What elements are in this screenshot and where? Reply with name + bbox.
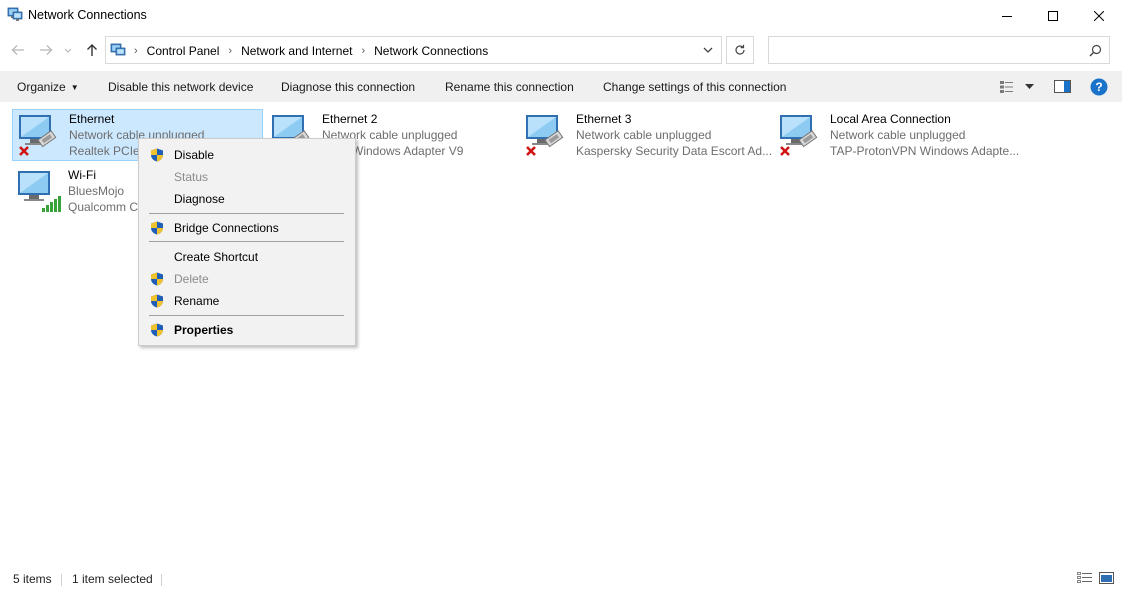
menu-item-label: Delete	[174, 272, 209, 286]
menu-item-label: Rename	[174, 294, 220, 308]
help-icon[interactable]: ?	[1090, 78, 1108, 96]
preview-pane-icon[interactable]	[1054, 80, 1071, 93]
large-icons-view-icon[interactable]	[1099, 572, 1114, 584]
uac-shield-icon	[151, 323, 163, 337]
breadcrumb: › Control Panel › Network and Internet ›…	[130, 44, 488, 58]
menu-item-label: Properties	[174, 323, 234, 337]
item-count: 5 items	[13, 572, 52, 586]
menu-item-label: Bridge Connections	[174, 221, 279, 235]
menu-item-diagnose[interactable]: Diagnose	[141, 188, 353, 210]
refresh-icon	[735, 44, 745, 55]
caret-down-icon: ▼	[70, 83, 79, 92]
minimize-button[interactable]	[984, 0, 1030, 31]
menu-separator	[149, 315, 344, 316]
view-options-chevron-icon[interactable]	[1025, 84, 1034, 90]
menu-separator	[149, 213, 344, 214]
connection-status: BluesMojo	[68, 184, 125, 198]
breadcrumb-network-connections[interactable]: Network Connections	[374, 44, 488, 58]
up-arrow-icon[interactable]	[84, 42, 100, 58]
connection-ethernet-3[interactable]: Ethernet 3 Network cable unplugged Kaspe…	[520, 110, 773, 162]
connection-device: Windows Adapter V9	[352, 144, 464, 158]
window-title: Network Connections	[28, 8, 147, 22]
menu-item-status[interactable]: Status	[141, 166, 353, 188]
menu-item-create-shortcut[interactable]: Create Shortcut	[141, 246, 353, 268]
breadcrumb-separator-icon[interactable]: ›	[361, 45, 365, 57]
menu-item-properties[interactable]: Properties	[141, 319, 353, 341]
chevron-down-icon	[703, 47, 713, 53]
maximize-button[interactable]	[1030, 0, 1076, 31]
menu-separator	[149, 241, 344, 242]
menu-item-rename[interactable]: Rename	[141, 290, 353, 312]
command-bar: Organize ▼ Disable this network device Di…	[0, 71, 1122, 102]
disable-device-button[interactable]: Disable this network device	[108, 80, 253, 94]
selection-count: 1 item selected	[72, 572, 153, 586]
uac-shield-icon	[151, 272, 163, 286]
search-icon	[1089, 44, 1102, 57]
uac-shield-icon	[151, 221, 163, 235]
recent-locations-chevron-icon[interactable]	[63, 42, 73, 58]
uac-shield-icon	[151, 148, 163, 162]
connection-name: Ethernet 2	[322, 112, 378, 126]
navigation-bar: › Control Panel › Network and Internet ›…	[0, 35, 1122, 65]
status-separator	[61, 574, 62, 586]
change-settings-button[interactable]: Change settings of this connection	[603, 80, 786, 94]
breadcrumb-separator-icon[interactable]: ›	[228, 45, 232, 57]
context-menu: Disable Status Diagnose Bridge Connectio…	[138, 138, 356, 346]
network-adapter-disconnected-icon	[526, 115, 564, 156]
menu-item-label: Status	[174, 170, 209, 184]
rename-connection-button[interactable]: Rename this connection	[445, 80, 574, 94]
network-adapter-disconnected-icon	[780, 115, 818, 156]
status-bar: 5 items 1 item selected	[0, 567, 1122, 589]
network-adapter-disconnected-icon	[19, 115, 57, 156]
connection-device: Kaspersky Security Data Escort Ad...	[576, 144, 773, 158]
connection-local-area[interactable]: Local Area Connection Network cable unpl…	[774, 110, 1024, 162]
connection-name: Local Area Connection	[830, 112, 951, 126]
close-icon	[1094, 10, 1104, 21]
organize-label: Organize	[17, 80, 66, 94]
organize-menu[interactable]: Organize ▼	[17, 80, 79, 94]
breadcrumb-separator-icon[interactable]: ›	[134, 45, 138, 57]
menu-item-disable[interactable]: Disable	[141, 144, 353, 166]
connection-device: Realtek PCIe	[69, 144, 140, 158]
wifi-adapter-icon	[18, 171, 61, 212]
menu-item-label: Diagnose	[174, 192, 225, 206]
title-bar: Network Connections	[0, 0, 1122, 31]
address-bar[interactable]: › Control Panel › Network and Internet ›…	[105, 36, 722, 64]
forward-arrow-icon[interactable]	[38, 42, 54, 58]
network-connections-app-icon	[7, 7, 23, 21]
menu-item-delete[interactable]: Delete	[141, 268, 353, 290]
menu-item-label: Create Shortcut	[174, 250, 259, 264]
minimize-icon	[1002, 15, 1012, 17]
breadcrumb-control-panel[interactable]: Control Panel	[147, 44, 220, 58]
uac-shield-icon	[151, 294, 163, 308]
connection-name: Ethernet 3	[576, 112, 632, 126]
maximize-icon	[1048, 10, 1058, 21]
connection-name: Ethernet	[69, 112, 115, 126]
network-connections-window: Network Connections › Control Panel › Ne…	[0, 0, 1122, 589]
connection-device: TAP-ProtonVPN Windows Adapte...	[830, 144, 1020, 158]
control-panel-icon	[110, 43, 126, 56]
refresh-button[interactable]	[726, 36, 754, 64]
close-button[interactable]	[1076, 0, 1122, 31]
address-history-dropdown[interactable]	[695, 37, 721, 63]
svg-text:?: ?	[1095, 80, 1102, 94]
change-view-icon[interactable]	[999, 80, 1015, 94]
connection-status: Network cable unplugged	[576, 128, 712, 142]
status-separator	[161, 574, 162, 586]
menu-item-bridge-connections[interactable]: Bridge Connections	[141, 217, 353, 239]
connection-status: Network cable unplugged	[830, 128, 966, 142]
details-view-icon[interactable]	[1077, 572, 1093, 584]
menu-item-label: Disable	[174, 148, 215, 162]
breadcrumb-network-and-internet[interactable]: Network and Internet	[241, 44, 352, 58]
diagnose-connection-button[interactable]: Diagnose this connection	[281, 80, 415, 94]
connection-device: Qualcomm C	[68, 200, 139, 214]
connection-name: Wi-Fi	[68, 168, 96, 182]
search-box[interactable]	[768, 36, 1110, 64]
back-arrow-icon[interactable]	[10, 42, 26, 58]
